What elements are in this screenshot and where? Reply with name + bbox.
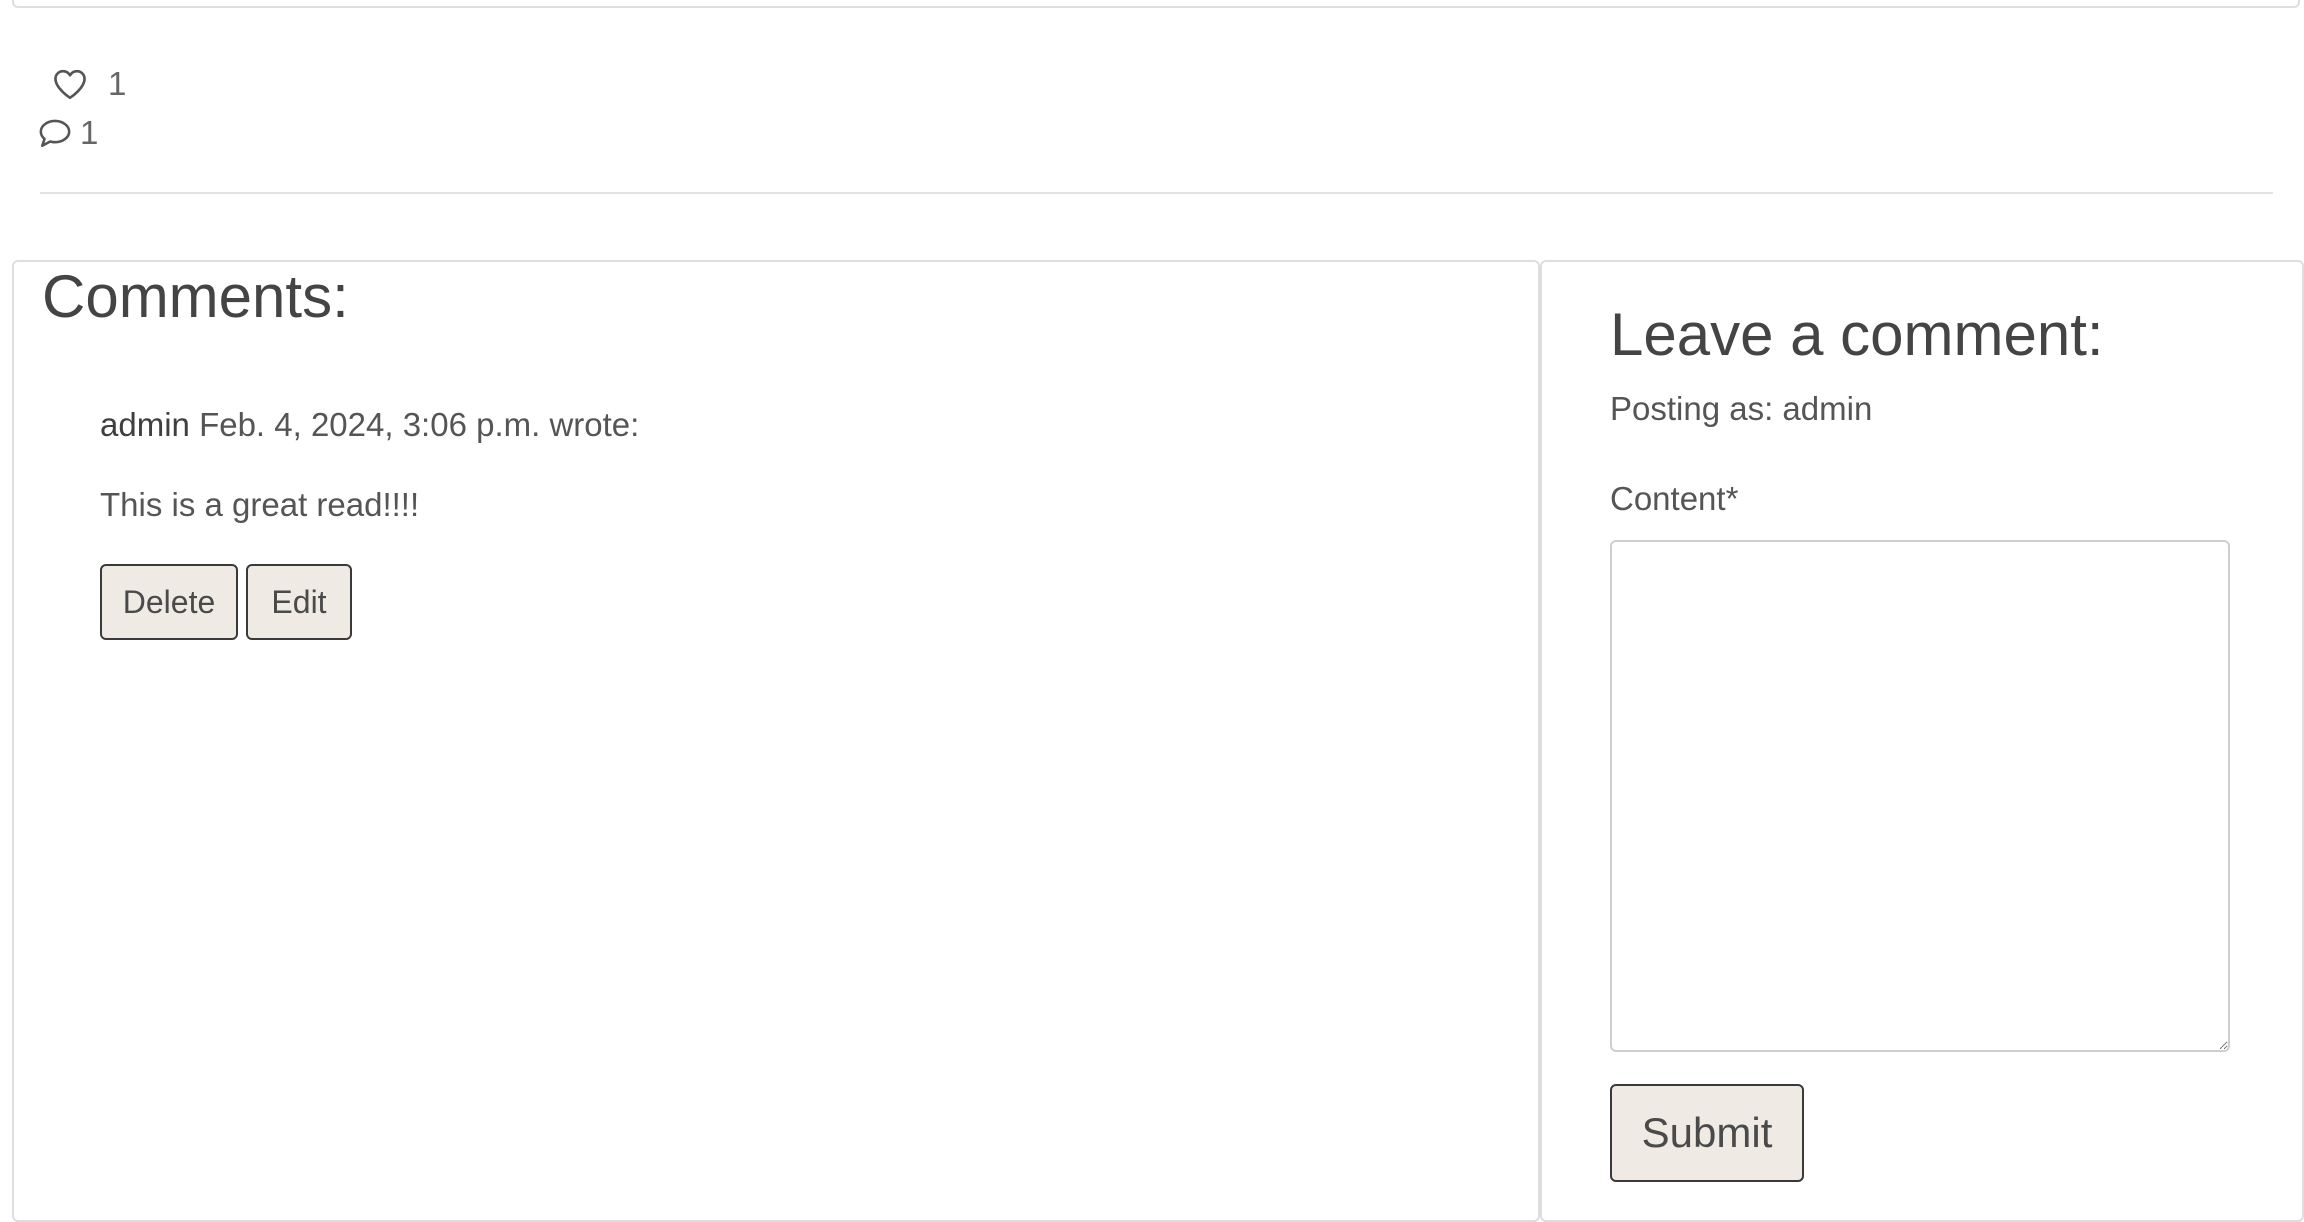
- comment-form-heading: Leave a comment:: [1610, 301, 2104, 368]
- post-stats: 1 1: [38, 62, 126, 158]
- posting-as-text: Posting as: admin: [1610, 390, 1873, 427]
- speech-bubble-icon: [38, 117, 72, 149]
- comment-wrote: wrote:: [549, 406, 640, 443]
- comment-author: admin: [100, 406, 190, 443]
- comment-body: This is a great read!!!!: [100, 486, 420, 523]
- content-label: Content*: [1610, 480, 1739, 517]
- section-divider: [40, 192, 2273, 194]
- edit-comment-button[interactable]: Edit: [246, 564, 352, 640]
- submit-button[interactable]: Submit: [1610, 1084, 1804, 1182]
- comment-meta: admin Feb. 4, 2024, 3:06 p.m. wrote:: [100, 406, 639, 444]
- post-card-bottom-edge: [12, 0, 2300, 8]
- delete-comment-button[interactable]: Delete: [100, 564, 238, 640]
- comments-card: Comments: admin Feb. 4, 2024, 3:06 p.m. …: [12, 260, 1540, 1222]
- comments-heading: Comments:: [42, 263, 349, 330]
- comments-stat: 1: [38, 108, 126, 158]
- comment-date: Feb. 4, 2024, 3:06 p.m.: [199, 406, 541, 443]
- heart-icon[interactable]: [52, 68, 88, 100]
- content-textarea[interactable]: [1610, 540, 2230, 1052]
- likes-count: 1: [108, 65, 127, 102]
- comments-count: 1: [80, 114, 99, 151]
- comment-form-card: Leave a comment: Posting as: admin Conte…: [1540, 260, 2304, 1222]
- likes-stat: 1: [52, 62, 126, 106]
